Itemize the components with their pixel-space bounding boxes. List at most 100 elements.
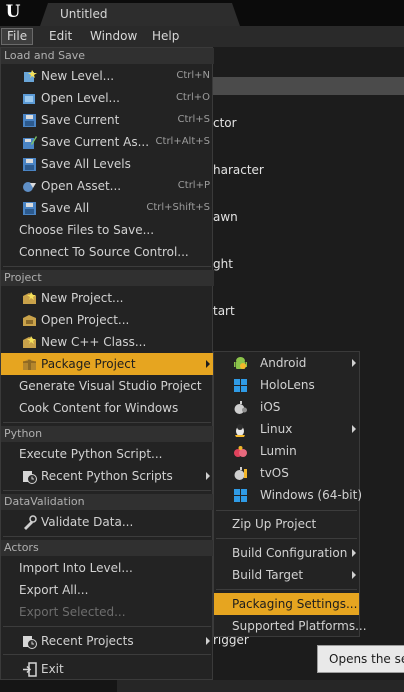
actor-list-text: haracter <box>213 163 264 177</box>
submenu-item-build-configuration[interactable]: Build Configuration <box>214 542 359 564</box>
menu-separator <box>3 490 211 491</box>
recent-icon <box>23 471 37 484</box>
validate-icon <box>24 515 37 530</box>
submenu-item-label: HoloLens <box>260 378 315 392</box>
document-tab[interactable]: Untitled <box>40 3 240 26</box>
menu-help[interactable]: Help <box>147 28 184 45</box>
exit-icon <box>23 662 37 677</box>
menu-separator <box>216 510 357 511</box>
menu-item-label: Execute Python Script... <box>19 447 163 461</box>
menu-item-label: Save Current <box>41 113 120 127</box>
menu-item-recent-projects[interactable]: Recent Projects <box>1 630 214 652</box>
submenu-item-lumin[interactable]: Lumin <box>214 440 359 462</box>
submenu-item-zip-up-project[interactable]: Zip Up Project <box>214 513 359 535</box>
menu-separator <box>3 536 211 537</box>
menu-item-choose-files-to-save[interactable]: Choose Files to Save... <box>1 219 214 241</box>
submenu-item-tvos[interactable]: tvOS <box>214 462 359 484</box>
section-header-data-validation: DataValidation <box>1 494 214 510</box>
menu-item-label: Import Into Level... <box>19 561 133 575</box>
tooltip: Opens the settings <box>317 645 404 673</box>
menu-item-import-into-level[interactable]: Import Into Level... <box>1 557 214 579</box>
submenu-item-label: iOS <box>260 400 281 414</box>
menu-bar: File Edit Window Help <box>0 26 404 47</box>
submenu-item-label: Packaging Settings... <box>232 597 358 611</box>
menu-item-label: Choose Files to Save... <box>19 223 155 237</box>
shortcut-label: Ctrl+N <box>176 70 210 81</box>
submenu-item-packaging-settings[interactable]: Packaging Settings... <box>214 593 359 615</box>
submenu-arrow-icon <box>352 571 356 579</box>
new-project-icon <box>23 292 36 304</box>
menu-item-export-selected: Export Selected... <box>1 601 214 623</box>
submenu-item-android[interactable]: Android <box>214 352 359 374</box>
menu-edit[interactable]: Edit <box>44 28 77 45</box>
shortcut-label: Ctrl+O <box>175 92 210 103</box>
menu-item-new-level[interactable]: New Level... Ctrl+N <box>1 65 214 87</box>
menu-separator <box>216 538 357 539</box>
linux-icon <box>235 424 245 437</box>
actor-list-text: ght <box>213 257 233 271</box>
submenu-item-label: Supported Platforms... <box>232 619 367 633</box>
submenu-item-linux[interactable]: Linux <box>214 418 359 440</box>
menu-item-open-asset[interactable]: Open Asset... Ctrl+P <box>1 175 214 197</box>
document-tab-label: Untitled <box>60 7 108 21</box>
submenu-item-label: Linux <box>260 422 293 436</box>
save-as-icon <box>23 136 37 149</box>
menu-item-label: Open Project... <box>41 313 130 327</box>
menu-item-generate-visual-studio-project[interactable]: Generate Visual Studio Project <box>1 375 214 397</box>
menu-item-export-all[interactable]: Export All... <box>1 579 214 601</box>
menu-item-save-current[interactable]: Save Current Ctrl+S <box>1 109 214 131</box>
menu-item-connect-source-control[interactable]: Connect To Source Control... <box>1 241 214 263</box>
menu-item-open-level[interactable]: Open Level... Ctrl+O <box>1 87 214 109</box>
menu-item-label: Recent Python Scripts <box>41 469 173 483</box>
menu-item-label: Generate Visual Studio Project <box>19 379 202 393</box>
section-header-python: Python <box>1 426 214 442</box>
menu-window[interactable]: Window <box>85 28 142 45</box>
menu-item-execute-python-script[interactable]: Execute Python Script... <box>1 443 214 465</box>
menu-item-label: Cook Content for Windows <box>19 401 179 415</box>
menu-item-new-cpp-class[interactable]: New C++ Class... <box>1 331 214 353</box>
menu-item-exit[interactable]: Exit <box>1 658 214 680</box>
menu-item-save-all-levels[interactable]: Save All Levels <box>1 153 214 175</box>
menu-item-validate-data[interactable]: Validate Data... <box>1 511 214 533</box>
section-header-load-save: Load and Save <box>1 48 214 64</box>
menu-item-open-project[interactable]: Open Project... <box>1 309 214 331</box>
menu-item-label: Export Selected... <box>19 605 126 619</box>
submenu-item-ios[interactable]: iOS <box>214 396 359 418</box>
menu-file[interactable]: File <box>1 28 34 45</box>
editor-lower-area <box>117 680 404 692</box>
submenu-item-windows-64[interactable]: Windows (64-bit) <box>214 484 362 506</box>
apple-icon <box>234 401 247 414</box>
shortcut-label: Ctrl+Shift+S <box>146 202 210 213</box>
new-cpp-class-icon <box>23 336 36 348</box>
windows-logo-icon <box>234 379 247 392</box>
lumin-icon <box>234 446 247 457</box>
menu-item-new-project[interactable]: New Project... <box>1 287 214 309</box>
menu-separator <box>3 266 211 267</box>
menu-item-label: Save All Levels <box>41 157 131 171</box>
submenu-item-hololens[interactable]: HoloLens <box>214 374 359 396</box>
shortcut-label: Ctrl+Alt+S <box>155 136 210 147</box>
section-header-project: Project <box>1 270 214 286</box>
menu-separator <box>216 589 357 590</box>
menu-item-label: Validate Data... <box>41 515 134 529</box>
submenu-arrow-icon <box>352 425 356 433</box>
menu-item-label: Save Current As... <box>41 135 150 149</box>
menu-item-package-project[interactable]: Package Project <box>1 353 214 375</box>
menu-item-cook-content[interactable]: Cook Content for Windows <box>1 397 214 419</box>
windows-logo-icon <box>234 489 247 502</box>
submenu-item-supported-platforms[interactable]: Supported Platforms... <box>214 615 367 637</box>
submenu-item-label: tvOS <box>260 466 289 480</box>
menu-item-save-all[interactable]: Save All Ctrl+Shift+S <box>1 197 214 219</box>
menu-item-recent-python-scripts[interactable]: Recent Python Scripts <box>1 465 214 487</box>
menu-separator <box>3 626 211 627</box>
unreal-logo-icon: U <box>5 2 21 22</box>
section-header-actors: Actors <box>1 540 214 556</box>
submenu-arrow-icon <box>206 360 210 368</box>
submenu-item-label: Lumin <box>260 444 297 458</box>
menu-separator <box>3 654 211 655</box>
menu-item-save-current-as[interactable]: Save Current As... Ctrl+Alt+S <box>1 131 214 153</box>
submenu-item-build-target[interactable]: Build Target <box>214 564 359 586</box>
submenu-item-label: Windows (64-bit) <box>260 488 362 502</box>
menu-item-label: New Level... <box>41 69 115 83</box>
actor-list-text: ctor <box>213 116 237 130</box>
